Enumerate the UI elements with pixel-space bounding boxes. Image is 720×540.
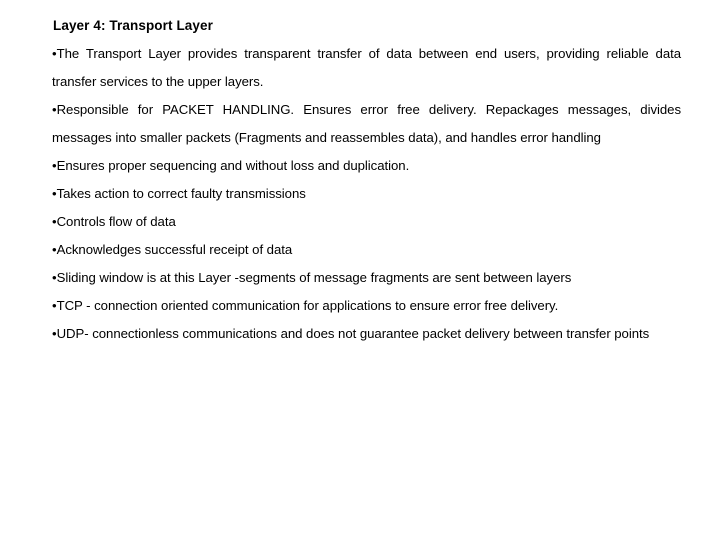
- slide-canvas: Layer 4: Transport Layer •The Transport …: [0, 0, 720, 540]
- bullet-text: Responsible for PACKET HANDLING. Ensures…: [52, 102, 681, 145]
- bullet-text: The Transport Layer provides transparent…: [52, 46, 681, 89]
- bullet-text: Ensures proper sequencing and without lo…: [56, 158, 410, 173]
- bullet-item: •Responsible for PACKET HANDLING. Ensure…: [52, 96, 681, 152]
- bullet-text: Controls flow of data: [56, 214, 176, 229]
- bullet-item: •Sliding window is at this Layer -segmen…: [52, 264, 681, 292]
- bullet-text: UDP- connectionless communications and d…: [56, 326, 650, 341]
- bullet-item: •The Transport Layer provides transparen…: [52, 40, 681, 96]
- bullet-item: •Acknowledges successful receipt of data: [52, 236, 681, 264]
- bullet-item: •TCP - connection oriented communication…: [52, 292, 681, 320]
- bullet-text: Acknowledges successful receipt of data: [56, 242, 293, 257]
- page-title: Layer 4: Transport Layer: [53, 18, 213, 33]
- bullet-text: TCP - connection oriented communication …: [56, 298, 559, 313]
- bullet-item: •Ensures proper sequencing and without l…: [52, 152, 681, 180]
- bullet-item: •Takes action to correct faulty transmis…: [52, 180, 681, 208]
- bullet-item: •UDP- connectionless communications and …: [52, 320, 681, 348]
- slide-content-body: Layer 4: Transport Layer •The Transport …: [52, 12, 681, 348]
- bullet-text: Sliding window is at this Layer -segment…: [56, 270, 572, 285]
- bullet-text: Takes action to correct faulty transmiss…: [56, 186, 306, 201]
- bullet-item: •Controls flow of data: [52, 208, 681, 236]
